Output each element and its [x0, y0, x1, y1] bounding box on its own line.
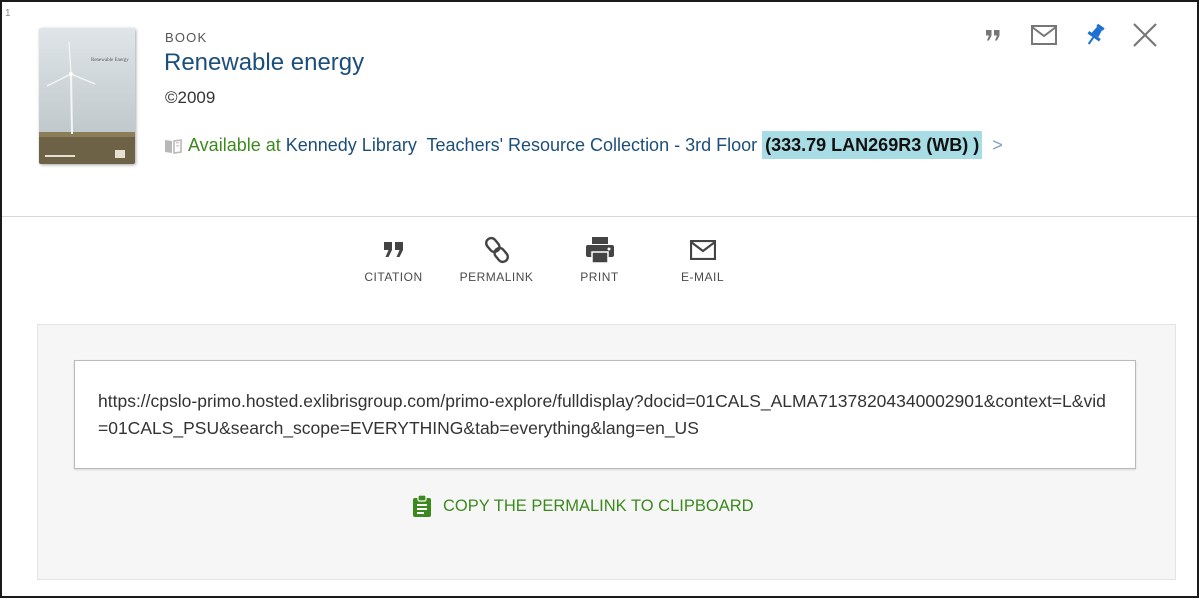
- permalink-button[interactable]: PERMALINK: [445, 234, 548, 284]
- book-cover-thumbnail[interactable]: Renewable Energy: [39, 28, 135, 164]
- email-button[interactable]: E-MAIL: [651, 234, 754, 284]
- link-icon: [484, 236, 509, 264]
- copy-permalink-button[interactable]: COPY THE PERMALINK TO CLIPBOARD: [413, 495, 754, 517]
- citation-button[interactable]: CITATION: [342, 234, 445, 284]
- result-card: 1 Renewable Energy BOOK Renewable energy…: [0, 0, 1199, 598]
- call-number: (333.79 LAN269R3 (WB) ): [762, 131, 983, 159]
- quote-icon: [986, 29, 1000, 40]
- print-label: PRINT: [580, 270, 619, 284]
- email-label: E-MAIL: [680, 270, 724, 284]
- permalink-url-field[interactable]: https://cpslo-primo.hosted.exlibrisgroup…: [74, 360, 1136, 469]
- email-shortcut-button[interactable]: [1013, 20, 1075, 50]
- close-button[interactable]: [1115, 20, 1175, 50]
- citation-shortcut-button[interactable]: [973, 20, 1013, 50]
- print-button[interactable]: PRINT: [548, 234, 651, 284]
- printer-icon: [585, 237, 614, 264]
- record-title-link[interactable]: Renewable energy: [164, 49, 364, 77]
- send-to-actions: CITATION PERMALINK PRINT E-MAIL: [342, 234, 754, 284]
- open-book-icon: [164, 131, 182, 165]
- chevron-right-icon[interactable]: >: [992, 135, 1003, 155]
- location-name[interactable]: Teachers' Resource Collection - 3rd Floo…: [427, 135, 758, 155]
- pin-record-button[interactable]: [1075, 20, 1115, 50]
- envelope-icon: [689, 240, 716, 260]
- clipboard-icon: [413, 495, 431, 517]
- citation-label: CITATION: [364, 270, 423, 284]
- copy-permalink-label: COPY THE PERMALINK TO CLIPBOARD: [443, 496, 754, 515]
- publication-date: ©2009: [165, 88, 216, 107]
- library-name[interactable]: Kennedy Library: [286, 135, 417, 155]
- envelope-icon: [1031, 25, 1057, 45]
- close-icon: [1133, 23, 1157, 47]
- section-divider: [2, 216, 1197, 217]
- pin-icon: [1087, 23, 1105, 45]
- result-index: 1: [5, 8, 11, 19]
- availability-line[interactable]: Available at Kennedy Library Teachers' R…: [164, 128, 1094, 165]
- resource-type: BOOK: [165, 30, 208, 45]
- permalink-label: PERMALINK: [459, 270, 534, 284]
- permalink-panel: https://cpslo-primo.hosted.exlibrisgroup…: [37, 324, 1176, 580]
- availability-status: Available at: [188, 135, 281, 155]
- cover-title-text: Renewable Energy: [91, 58, 129, 63]
- quote-icon: [383, 242, 403, 257]
- record-actions-toolbar: [973, 20, 1175, 50]
